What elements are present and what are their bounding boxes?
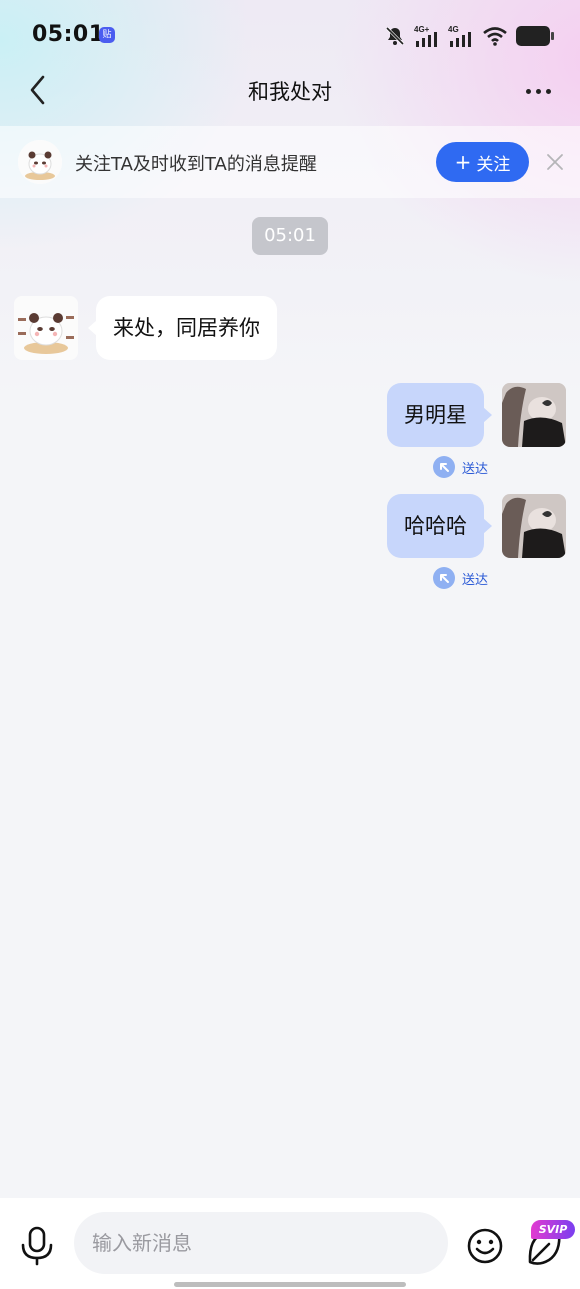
home-indicator[interactable] [174, 1282, 406, 1287]
follow-button[interactable]: + 关注 [436, 142, 529, 182]
outgoing-message-bubble[interactable]: 男明星 [387, 383, 492, 447]
voice-input-button[interactable] [18, 1226, 56, 1266]
close-icon [547, 154, 563, 170]
battery-icon [516, 26, 554, 46]
bell-muted-icon [385, 26, 405, 46]
user-photo-avatar-icon [502, 383, 566, 447]
chat-title: 和我处对 [248, 80, 332, 104]
panda-sticker-avatar-icon [14, 296, 78, 360]
arrow-up-left-icon [433, 567, 455, 589]
emoji-button[interactable] [466, 1227, 504, 1265]
user-photo-avatar-icon [502, 494, 566, 558]
my-avatar[interactable] [502, 383, 566, 447]
message-input-bar [0, 1198, 580, 1289]
follow-button-label: 关注 [476, 154, 511, 175]
close-banner-button[interactable] [543, 150, 567, 174]
signal-2-label: 4G [448, 25, 459, 34]
signal-1-label: 4G+ [414, 25, 430, 34]
panda-sticker-avatar-icon [18, 140, 62, 184]
status-time: 05:01 [32, 22, 105, 47]
app-notification-badge: 贴 [99, 27, 115, 43]
my-avatar[interactable] [502, 494, 566, 558]
delivered-label: 送达 [462, 572, 489, 588]
delivered-status: 送达 [433, 567, 488, 589]
microphone-icon [21, 1226, 53, 1266]
follow-banner-text: 关注TA及时收到TA的消息提醒 [75, 154, 317, 175]
chat-timestamp: 05:01 [252, 217, 328, 255]
arrow-up-left-icon [433, 456, 455, 478]
delivered-status: 送达 [433, 456, 488, 478]
more-horizontal-icon [525, 88, 531, 94]
plus-icon: + [454, 150, 472, 174]
banner-avatar[interactable] [18, 140, 62, 184]
cellular-signal-2-icon: 4G [448, 25, 471, 47]
follow-banner: 关注TA及时收到TA的消息提醒 + 关注 [0, 126, 580, 198]
message-input[interactable] [74, 1212, 448, 1274]
chat-header: 和我处对 [0, 60, 580, 122]
delivered-label: 送达 [462, 461, 489, 477]
svip-badge: SVIP [531, 1220, 575, 1239]
status-icons: 4G+ 4G [384, 24, 554, 48]
sender-avatar[interactable] [14, 296, 78, 360]
outgoing-message-bubble[interactable]: 哈哈哈 [387, 494, 492, 558]
wifi-icon [483, 27, 507, 46]
incoming-message-bubble[interactable]: 来处，同居养你 [88, 296, 277, 360]
cellular-signal-icon: 4G+ [414, 25, 437, 47]
more-options-button[interactable] [520, 74, 556, 108]
smile-icon [467, 1228, 503, 1264]
